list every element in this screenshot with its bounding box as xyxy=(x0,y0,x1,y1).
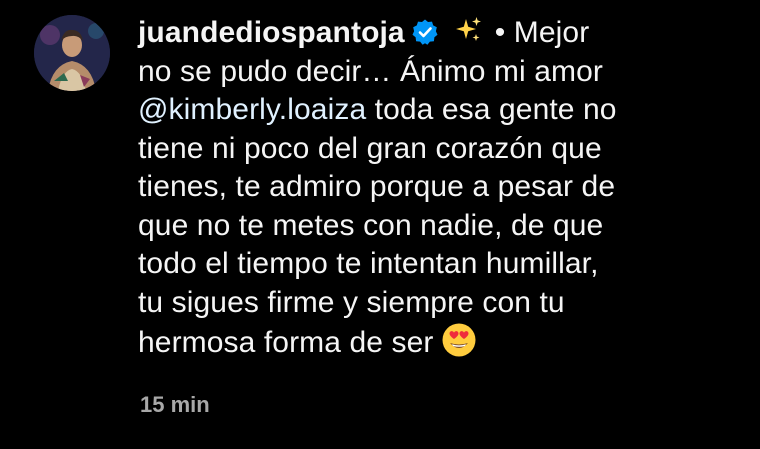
comment-line: tienes, te admiro porque a pesar de xyxy=(138,170,616,203)
comment-line-text: • Mejor xyxy=(494,16,590,49)
comment-line: tiene ni poco del gran corazón que xyxy=(138,131,602,165)
avatar[interactable] xyxy=(34,15,110,91)
timestamp: 15 min xyxy=(140,392,210,417)
avatar-image xyxy=(34,15,110,91)
comment-line: @kimberly.loaiza toda esa gente no xyxy=(138,91,738,130)
comment-line: hermosa forma de ser xyxy=(138,322,738,363)
sparkles-icon xyxy=(455,17,481,41)
comment-line: tu sigues firme y siempre con tu xyxy=(138,285,565,319)
heart-eyes-emoji-icon xyxy=(442,323,476,357)
mention-link[interactable]: @kimberly.loaiza xyxy=(138,93,366,126)
comment-line-text: hermosa forma de ser xyxy=(138,326,434,359)
verified-badge-icon xyxy=(412,19,438,45)
comment-line-text: toda esa gente no xyxy=(366,93,617,126)
comment: juandediospantoja • Mejor no se pudo deci… xyxy=(0,0,760,449)
comment-line: juandediospantoja • Mejor xyxy=(138,14,738,53)
username[interactable]: juandediospantoja xyxy=(138,16,405,49)
comment-line: todo el tiempo te intentan humillar, xyxy=(138,247,599,280)
comment-text: juandediospantoja • Mejor no se pudo deci… xyxy=(138,14,738,363)
comment-line: no se pudo decir… Ánimo mi amor xyxy=(138,54,603,88)
comment-line: que no te metes con nadie, de que xyxy=(138,208,604,242)
